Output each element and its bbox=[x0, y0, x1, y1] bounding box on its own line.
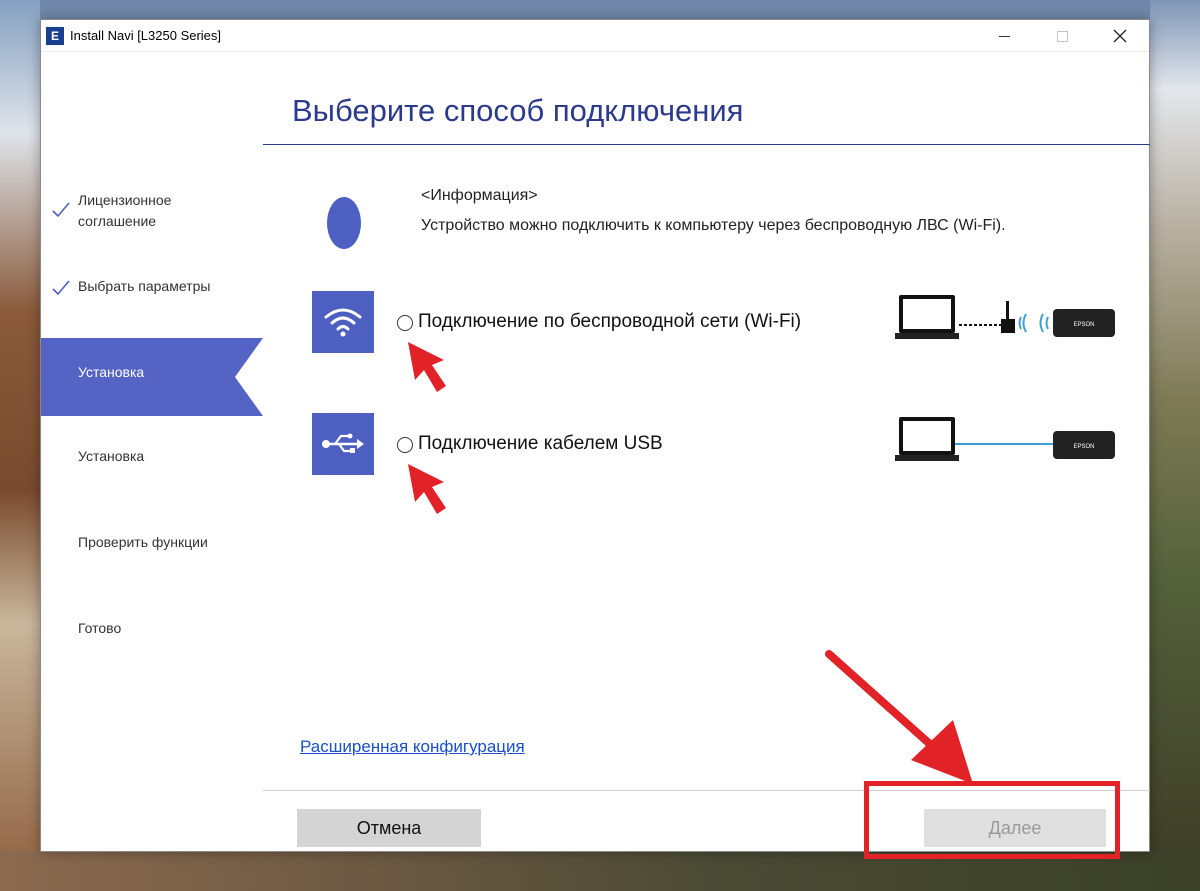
close-icon bbox=[1113, 29, 1127, 43]
red-pointer-arrow-icon bbox=[408, 464, 446, 514]
maximize-icon bbox=[1056, 30, 1068, 42]
page-title: Выберите способ подключения bbox=[292, 93, 744, 128]
info-text: Устройство можно подключить к компьютеру… bbox=[421, 217, 1006, 234]
red-pointer-arrow-icon bbox=[408, 342, 446, 392]
usb-option-icon[interactable] bbox=[312, 413, 374, 475]
checkmark-icon bbox=[52, 280, 70, 296]
step-label: Выбрать параметры bbox=[78, 278, 211, 294]
window-title: Install Navi [L3250 Series] bbox=[70, 28, 222, 43]
title-bar[interactable]: E Install Navi [L3250 Series] bbox=[41, 20, 1149, 52]
usb-connection-diagram: EPSON bbox=[895, 417, 1115, 461]
step-label: Лицензионное соглашение bbox=[78, 192, 172, 229]
step-label: Установка bbox=[78, 364, 145, 380]
main-panel: Выберите способ подключения <Информация>… bbox=[263, 53, 1150, 859]
step-options: Выбрать параметры bbox=[41, 276, 263, 300]
step-label: Готово bbox=[78, 620, 122, 636]
step-done: Готово bbox=[41, 618, 263, 642]
info-icon bbox=[327, 197, 361, 249]
desktop-background-left bbox=[0, 0, 40, 891]
close-button[interactable] bbox=[1091, 20, 1149, 52]
maximize-button[interactable] bbox=[1033, 20, 1091, 52]
installer-window: E Install Navi [L3250 Series] Лицензионн… bbox=[40, 19, 1150, 859]
usb-option-label[interactable]: Подключение кабелем USB bbox=[418, 433, 663, 455]
step-install-active: Установка bbox=[41, 338, 263, 416]
red-highlight-box bbox=[864, 781, 1120, 859]
steps-sidebar: Лицензионное соглашение Выбрать параметр… bbox=[41, 53, 263, 851]
step-license: Лицензионное соглашение bbox=[41, 190, 263, 234]
wifi-radio[interactable] bbox=[397, 315, 413, 331]
usb-icon bbox=[322, 433, 364, 453]
wifi-icon bbox=[324, 308, 362, 337]
minimize-icon bbox=[998, 35, 1010, 37]
app-icon: E bbox=[46, 27, 64, 45]
step-label: Установка bbox=[78, 448, 145, 464]
step-label: Проверить функции bbox=[78, 534, 208, 550]
info-heading: <Информация> bbox=[421, 187, 538, 204]
minimize-button[interactable] bbox=[975, 20, 1033, 52]
step-check-functions: Проверить функции bbox=[41, 532, 263, 556]
epson-label: EPSON bbox=[1073, 322, 1094, 328]
checkmark-icon bbox=[52, 202, 70, 218]
wifi-option-icon[interactable] bbox=[312, 291, 374, 353]
wifi-connection-diagram: EPSON bbox=[895, 295, 1115, 339]
epson-label: EPSON bbox=[1073, 444, 1094, 450]
cancel-button[interactable]: Отмена bbox=[297, 809, 481, 847]
advanced-config-link[interactable]: Расширенная конфигурация bbox=[300, 737, 525, 757]
usb-radio[interactable] bbox=[397, 437, 413, 453]
active-step-notch bbox=[235, 338, 263, 416]
wifi-option-label[interactable]: Подключение по беспроводной сети (Wi-Fi) bbox=[418, 311, 801, 333]
red-annotation-arrow-icon bbox=[825, 650, 973, 784]
desktop-background-right bbox=[1150, 0, 1200, 891]
title-divider bbox=[263, 144, 1150, 145]
step-install: Установка bbox=[41, 446, 263, 470]
